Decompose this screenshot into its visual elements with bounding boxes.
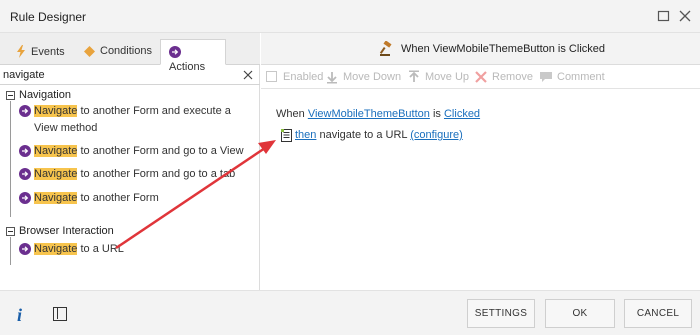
search-input[interactable] <box>3 67 235 83</box>
move-up-button[interactable]: Move Up <box>407 70 469 83</box>
rule-action-line: then navigate to a URL (configure) <box>281 129 463 143</box>
tab-bar: Events Conditions Actions <box>0 33 260 73</box>
panel-toggle-icon[interactable] <box>53 307 67 321</box>
tree-line <box>10 237 11 265</box>
footer-bar: i SETTINGS OK CANCEL <box>0 290 700 335</box>
left-panel: Events Conditions Actions Navigation Nav… <box>0 33 260 290</box>
tab-conditions[interactable]: Conditions <box>76 39 160 65</box>
comment-button[interactable]: Comment <box>539 71 605 83</box>
maximize-icon[interactable] <box>656 8 672 24</box>
remove-button[interactable]: Remove <box>474 71 533 83</box>
match-highlight: Navigate <box>34 192 78 204</box>
window-title: Rule Designer <box>10 10 87 24</box>
diamond-icon <box>84 46 95 60</box>
action-item-navigate-form-tab[interactable]: Navigate to another Form and go to a tab <box>19 166 255 183</box>
settings-button[interactable]: SETTINGS <box>467 299 535 328</box>
rule-event-link[interactable]: Clicked <box>444 108 480 120</box>
move-down-icon <box>325 70 339 87</box>
rule-control-link[interactable]: ViewMobileThemeButton <box>308 108 430 120</box>
rule-header: When ViewMobileThemeButton is Clicked <box>261 33 700 65</box>
tab-events[interactable]: Events <box>8 39 73 65</box>
search-bar <box>0 65 260 85</box>
action-item-text: to another Form and go to a View <box>77 145 244 157</box>
title-bar: Rule Designer <box>0 0 700 33</box>
cancel-button[interactable]: CANCEL <box>624 299 692 328</box>
match-highlight: Navigate <box>34 105 78 117</box>
gavel-icon <box>379 40 395 57</box>
collapse-navigation-toggle[interactable] <box>6 91 15 100</box>
match-highlight: Navigate <box>34 168 78 180</box>
rule-is-text: is <box>432 108 441 120</box>
action-item-navigate-form-view[interactable]: Navigate to another Form and go to a Vie… <box>19 143 255 160</box>
action-item-text: to another Form and go to a tab <box>77 168 236 180</box>
action-arrow-icon <box>19 243 31 255</box>
ok-button[interactable]: OK <box>545 299 615 328</box>
group-navigation-label: Navigation <box>19 89 71 101</box>
action-arrow-icon <box>19 192 31 204</box>
action-item-text: to another Form <box>77 192 159 204</box>
match-highlight: Navigate <box>34 243 78 255</box>
tree-line <box>10 101 11 217</box>
rule-action-text: navigate to a URL <box>319 129 408 141</box>
rule-when-text: When <box>276 108 305 120</box>
action-arrow-icon <box>19 105 31 117</box>
tab-actions[interactable]: Actions <box>160 39 226 73</box>
rule-event-line: When ViewMobileThemeButton is Clicked <box>276 108 480 120</box>
rule-then-link[interactable]: then <box>295 129 316 141</box>
action-item-text: to a URL <box>77 243 124 255</box>
enabled-label: Enabled <box>283 71 324 83</box>
action-item-navigate-form-view-method[interactable]: Navigate to another Form and execute a V… <box>19 103 255 137</box>
rule-panel: When ViewMobileThemeButton is Clicked En… <box>261 33 700 290</box>
rule-toolbar: Enabled Move Down Move Up Remove Comment <box>261 65 700 89</box>
remove-icon <box>474 70 488 87</box>
enabled-checkbox[interactable] <box>266 71 277 82</box>
action-arrow-icon <box>19 145 31 157</box>
configure-link[interactable]: (configure) <box>410 129 463 141</box>
tab-conditions-label: Conditions <box>100 45 152 57</box>
comment-icon <box>539 70 553 87</box>
close-icon[interactable] <box>677 8 693 24</box>
move-up-icon <box>407 70 421 87</box>
move-down-button[interactable]: Move Down <box>325 71 401 84</box>
action-item-navigate-form[interactable]: Navigate to another Form <box>19 190 255 207</box>
tab-events-label: Events <box>31 46 65 58</box>
collapse-browser-interaction-toggle[interactable] <box>6 227 15 236</box>
lightning-icon <box>16 45 26 61</box>
group-browser-interaction-label: Browser Interaction <box>19 225 114 237</box>
match-highlight: Navigate <box>34 145 78 157</box>
arrow-circle-icon <box>169 46 181 61</box>
action-arrow-icon <box>19 168 31 180</box>
document-icon <box>281 129 293 143</box>
info-icon[interactable]: i <box>17 305 22 326</box>
action-item-navigate-url[interactable]: Navigate to a URL <box>19 241 255 258</box>
clear-search-icon[interactable] <box>242 69 254 81</box>
rule-title: When ViewMobileThemeButton is Clicked <box>401 43 605 55</box>
